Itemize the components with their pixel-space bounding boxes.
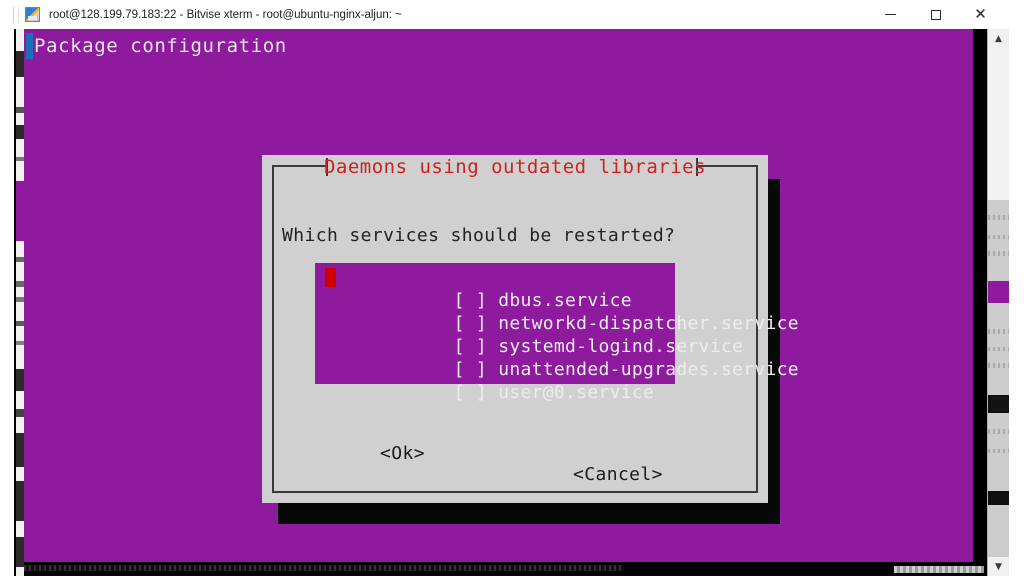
terminal-scrollbar[interactable]: ▲ ▼ <box>987 29 1009 576</box>
scrollbar-artifact <box>988 491 1009 505</box>
selection-cursor <box>325 268 336 287</box>
service-label-user-0: user@0.service <box>498 382 655 403</box>
service-checklist[interactable]: [ ] dbus.service [ ] networkd-dispatcher… <box>315 263 799 403</box>
terminal-client-area: Package configuration Daemons using outd… <box>14 29 1009 576</box>
dialog-question-text: Which services should be restarted? <box>282 225 676 246</box>
screen: root@128.199.79.183:22 - Bitvise xterm -… <box>0 0 1024 576</box>
scrollbar-artifact <box>988 215 1009 220</box>
scrollbar-thumb[interactable] <box>988 48 1009 200</box>
maximize-icon <box>930 9 941 20</box>
scrollbar-artifact <box>988 429 1009 434</box>
scrollbar-artifact <box>988 363 1009 368</box>
cancel-button[interactable]: <Cancel> <box>573 464 663 485</box>
app-icon <box>25 7 40 22</box>
bottom-artifact-left <box>24 565 624 571</box>
terminal-viewport[interactable]: Package configuration Daemons using outd… <box>24 29 973 562</box>
close-icon: ✕ <box>974 5 987 23</box>
minimize-icon <box>885 14 896 15</box>
scrollbar-artifact <box>988 449 1009 453</box>
bottom-artifact-right <box>894 566 984 573</box>
checkbox-user-0-service[interactable]: [ ] <box>454 381 487 404</box>
maximize-button[interactable] <box>913 0 958 29</box>
list-item[interactable]: [ ] unattended-upgrades.service <box>315 335 799 380</box>
minimize-button[interactable] <box>868 0 913 29</box>
terminal-bottom-edge <box>24 562 984 576</box>
scrollbar-artifact <box>988 235 1009 239</box>
scrollbar-artifact <box>988 281 1009 303</box>
list-item[interactable]: [ ] systemd-logind.service <box>315 312 743 357</box>
list-item[interactable]: [ ] user@0.service <box>315 358 675 403</box>
scrollbar-artifact <box>988 329 1009 334</box>
terminal-left-cursor-bar <box>26 33 33 59</box>
package-configuration-dialog: Daemons using outdated libraries Which s… <box>262 155 799 506</box>
scrollbar-artifact <box>988 251 1009 256</box>
terminal-header-text: Package configuration <box>34 35 287 57</box>
scroll-down-icon[interactable]: ▼ <box>988 557 1009 576</box>
list-item[interactable]: [ ] networkd-dispatcher.service <box>315 289 799 334</box>
dialog-title: Daemons using outdated libraries <box>323 156 707 178</box>
ok-button[interactable]: <Ok> <box>380 443 425 464</box>
scrollbar-artifact <box>988 347 1009 351</box>
list-item[interactable]: [ ] dbus.service <box>315 266 675 311</box>
left-edge-strip <box>16 29 24 576</box>
scroll-up-icon[interactable]: ▲ <box>988 29 1009 48</box>
scrollbar-artifact <box>988 395 1009 413</box>
dialog-button-row: <Ok> <Cancel> <box>262 422 768 506</box>
close-button[interactable]: ✕ <box>958 0 1003 29</box>
window-title: root@128.199.79.183:22 - Bitvise xterm -… <box>49 8 402 21</box>
titlebar-grip <box>13 6 19 23</box>
